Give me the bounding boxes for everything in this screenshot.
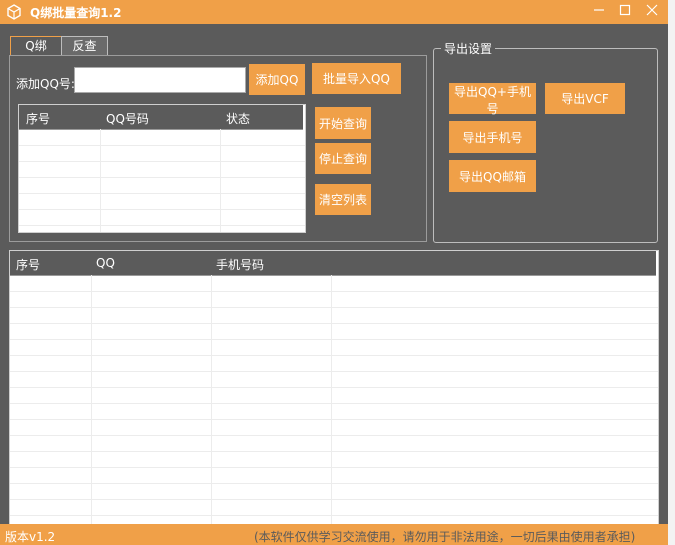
table-row <box>10 355 658 356</box>
table-header: 序号 QQ 手机号码 <box>10 251 656 276</box>
tab-qbind[interactable]: Q绑 <box>10 36 62 56</box>
table-row <box>10 387 658 388</box>
window-title: Q绑批量查询1.2 <box>30 6 122 20</box>
column-header-phone-number: 手机号码 <box>216 258 265 272</box>
column-header-qq: QQ <box>96 256 115 270</box>
close-icon <box>646 4 658 16</box>
add-qq-button[interactable]: 添加QQ <box>249 64 305 95</box>
column-header-qq-number: QQ号码 <box>106 112 149 126</box>
table-row <box>10 371 658 372</box>
title-bar[interactable]: Q绑批量查询1.2 <box>0 0 668 24</box>
table-row <box>10 451 658 452</box>
table-row <box>10 435 658 436</box>
maximize-button[interactable] <box>614 2 636 22</box>
column-header-status: 状态 <box>226 112 251 126</box>
results-table[interactable]: 序号 QQ 手机号码 <box>9 250 659 526</box>
app-cube-icon <box>7 4 21 20</box>
page-scrollbar[interactable] <box>668 0 675 545</box>
table-row <box>19 177 305 178</box>
table-row <box>10 307 658 308</box>
status-bar: 版本v1.2 (本软件仅供学习交流使用，请勿用于非法用途，一切后果由使用者承担) <box>0 524 668 545</box>
column-divider <box>91 275 92 525</box>
table-row <box>10 323 658 324</box>
close-button[interactable] <box>641 2 663 22</box>
version-label: 版本v1.2 <box>5 530 56 544</box>
table-row <box>10 339 658 340</box>
maximize-icon <box>619 4 631 16</box>
table-row <box>10 291 658 292</box>
export-qq-phone-button[interactable]: 导出QQ+手机号 <box>449 83 536 116</box>
table-row <box>19 145 305 146</box>
main-window: Q绑批量查询1.2 Q绑 反查 添加QQ号: 添加QQ 批量导入QQ 序号 QQ… <box>0 0 668 545</box>
column-header-index: 序号 <box>16 258 41 272</box>
qq-number-input[interactable] <box>74 67 246 93</box>
table-row <box>10 403 658 404</box>
export-vcf-button[interactable]: 导出VCF <box>545 83 625 114</box>
table-row <box>19 209 305 210</box>
column-divider <box>211 275 212 525</box>
column-header-index: 序号 <box>26 112 51 126</box>
table-row <box>19 161 305 162</box>
table-row <box>10 467 658 468</box>
export-phone-button[interactable]: 导出手机号 <box>449 121 536 153</box>
minimize-button[interactable] <box>588 2 610 22</box>
table-row <box>19 193 305 194</box>
table-row <box>19 225 305 226</box>
qq-query-table[interactable]: 序号 QQ号码 状态 <box>18 104 306 233</box>
export-settings-title: 导出设置 <box>441 40 496 57</box>
column-divider <box>331 275 332 525</box>
add-qq-label: 添加QQ号: <box>16 77 75 91</box>
minimize-icon <box>594 9 604 11</box>
start-query-button[interactable]: 开始查询 <box>315 107 371 139</box>
export-qq-mail-button[interactable]: 导出QQ邮箱 <box>449 160 536 192</box>
tab-reverse-lookup[interactable]: 反查 <box>61 36 108 56</box>
table-row <box>10 419 658 420</box>
disclaimer-text: (本软件仅供学习交流使用，请勿用于非法用途，一切后果由使用者承担) <box>254 530 636 544</box>
table-row <box>10 515 658 516</box>
clear-list-button[interactable]: 清空列表 <box>315 184 371 215</box>
table-header: 序号 QQ号码 状态 <box>19 105 303 130</box>
table-row <box>10 483 658 484</box>
table-row <box>10 499 658 500</box>
batch-import-qq-button[interactable]: 批量导入QQ <box>312 63 401 94</box>
stop-query-button[interactable]: 停止查询 <box>315 143 371 174</box>
